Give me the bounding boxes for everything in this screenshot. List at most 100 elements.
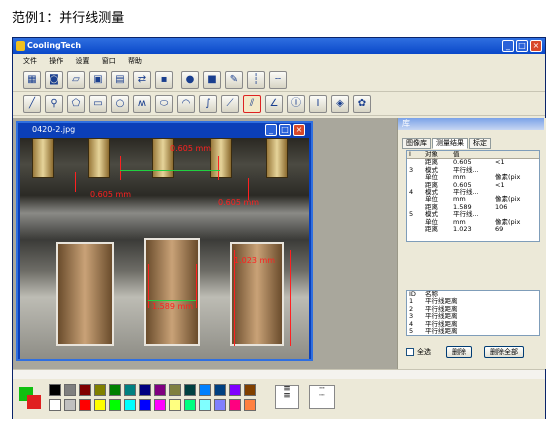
library-panel-title: 库	[398, 118, 544, 130]
color-swatch[interactable]	[94, 384, 106, 396]
color-swatch[interactable]	[109, 384, 121, 396]
ruler-horizontal-icon[interactable]: ┄	[269, 71, 287, 89]
color-swatch[interactable]	[124, 399, 136, 411]
polyline-icon[interactable]: ʍ	[133, 95, 151, 113]
angle-icon[interactable]: ∠	[265, 95, 283, 113]
color-swatch[interactable]	[229, 399, 241, 411]
list-item[interactable]: 5 平行线距离	[407, 327, 539, 335]
table-cell: 4	[409, 187, 414, 196]
color-swatch[interactable]	[199, 399, 211, 411]
line-icon[interactable]: ╱	[23, 95, 41, 113]
table-cell: 距离	[425, 224, 438, 233]
measurement-label: 0.605 mm	[170, 144, 212, 153]
measure-line	[148, 264, 149, 308]
image-maximize-button[interactable]: □	[279, 124, 291, 136]
color-swatch[interactable]	[199, 384, 211, 396]
menu-file[interactable]: 文件	[23, 57, 37, 65]
polygon-icon[interactable]: ⬠	[67, 95, 85, 113]
zoom-icon[interactable]: ⚲	[45, 95, 63, 113]
background-color[interactable]	[27, 395, 41, 409]
tab-calibration[interactable]: 标定	[469, 138, 491, 149]
color-swatch[interactable]	[49, 384, 61, 396]
horizontal-scrollbar[interactable]	[13, 369, 545, 379]
color-swatch[interactable]	[214, 399, 226, 411]
color-swatch[interactable]	[244, 384, 256, 396]
palette-icon[interactable]: ✿	[353, 95, 371, 113]
color-swatch[interactable]	[49, 399, 61, 411]
circle-icon[interactable]: ○	[111, 95, 129, 113]
image-icon[interactable]: ▣	[89, 71, 107, 89]
measure-line	[75, 172, 76, 192]
measure-line	[196, 264, 197, 308]
arc-icon[interactable]: ◠	[177, 95, 195, 113]
save-icon[interactable]: ▪	[155, 71, 173, 89]
record-icon[interactable]: ●	[181, 71, 199, 89]
line-dash-icon[interactable]: ┄ ┈	[309, 385, 335, 409]
measure-line	[248, 178, 249, 200]
column-header: I	[409, 150, 411, 158]
i-box-icon[interactable]: Ⅰ	[309, 95, 327, 113]
table-row[interactable]: 距离 1.023 69	[407, 224, 539, 233]
color-swatch[interactable]	[139, 399, 151, 411]
maximize-button[interactable]: □	[516, 40, 528, 52]
delete-button[interactable]: 删除	[446, 346, 472, 358]
color-swatch[interactable]	[169, 384, 181, 396]
i-beam-icon[interactable]: Ⓘ	[287, 95, 305, 113]
measurement-list[interactable]: ID 名称 1 平行线距离 2 平行线距离 3 平行线距离 4 平行线距离 5 平行线距离	[406, 290, 540, 336]
folder-open-icon[interactable]: ▱	[67, 71, 85, 89]
color-swatch[interactable]	[94, 399, 106, 411]
main-toolbar: ▦ ◙ ▱ ▣ ▤ ⇄ ▪ ● ■ ✎ ┆ ┄	[13, 68, 545, 92]
color-swatch[interactable]	[154, 399, 166, 411]
app-icon	[16, 41, 25, 51]
color-swatch[interactable]	[124, 384, 136, 396]
rectangle-icon[interactable]: ▭	[89, 95, 107, 113]
line-style-icon[interactable]: ≡ ≡	[275, 385, 299, 409]
menu-operate[interactable]: 操作	[49, 57, 63, 65]
ruler-vertical-icon[interactable]: ┆	[247, 71, 265, 89]
parallel-lines-icon[interactable]: ⫽	[243, 95, 261, 113]
color-swatch[interactable]	[184, 399, 196, 411]
color-swatch[interactable]	[214, 384, 226, 396]
color-swatch[interactable]	[184, 384, 196, 396]
tab-image-library[interactable]: 图像库	[402, 138, 431, 149]
grid-icon[interactable]: ▦	[23, 71, 41, 89]
color-swatch[interactable]	[79, 399, 91, 411]
color-swatch[interactable]	[229, 384, 241, 396]
measurement-results-table[interactable]: I 对象 值 距离 0.605 <1 3 模式 平行线... 单位 mm 像素(pix 距离 0.6…	[406, 150, 540, 242]
menu-help[interactable]: 帮助	[128, 57, 142, 65]
diamond-icon[interactable]: ◈	[331, 95, 349, 113]
stop-icon[interactable]: ■	[203, 71, 221, 89]
image-close-button[interactable]: ×	[293, 124, 305, 136]
color-swatch[interactable]	[169, 399, 181, 411]
color-swatch[interactable]	[64, 384, 76, 396]
color-swatch[interactable]	[154, 384, 166, 396]
color-swatch[interactable]	[79, 384, 91, 396]
select-all-checkbox[interactable]	[406, 348, 414, 356]
close-button[interactable]: ×	[530, 40, 542, 52]
library-tabs: 图像库 测量结果 标定	[402, 138, 492, 149]
curve-icon[interactable]: ∫	[199, 95, 217, 113]
measure-line	[120, 156, 121, 180]
swap-icon[interactable]: ⇄	[133, 71, 151, 89]
image-minimize-button[interactable]: _	[265, 124, 277, 136]
color-swatch[interactable]	[244, 399, 256, 411]
color-swatch[interactable]	[109, 399, 121, 411]
table-cell: <1	[495, 180, 505, 189]
minimize-button[interactable]: _	[502, 40, 514, 52]
image-window: 0420-2.jpg _ □ × 0.605 mm 0.605 mm 0.605…	[16, 121, 313, 361]
document-icon[interactable]: ▤	[111, 71, 129, 89]
microscope-image[interactable]: 0.605 mm 0.605 mm 0.605 mm 1.023 mm 1.58…	[20, 138, 309, 359]
color-swatch[interactable]	[139, 384, 151, 396]
solder-pad	[266, 138, 288, 178]
menu-window[interactable]: 窗口	[102, 57, 116, 65]
menu-bar: 文件 操作 设置 窗口 帮助	[13, 54, 545, 68]
delete-all-button[interactable]: 删除全部	[484, 346, 524, 358]
page-caption: 范例1：并行线测量	[12, 11, 125, 26]
menu-settings[interactable]: 设置	[75, 57, 89, 65]
camera-icon[interactable]: ◙	[45, 71, 63, 89]
slash-icon[interactable]: ⟋	[221, 95, 239, 113]
ellipse-icon[interactable]: ⬭	[155, 95, 173, 113]
wrench-icon[interactable]: ✎	[225, 71, 243, 89]
tab-measurement-results[interactable]: 测量结果	[432, 138, 468, 149]
color-swatch[interactable]	[64, 399, 76, 411]
